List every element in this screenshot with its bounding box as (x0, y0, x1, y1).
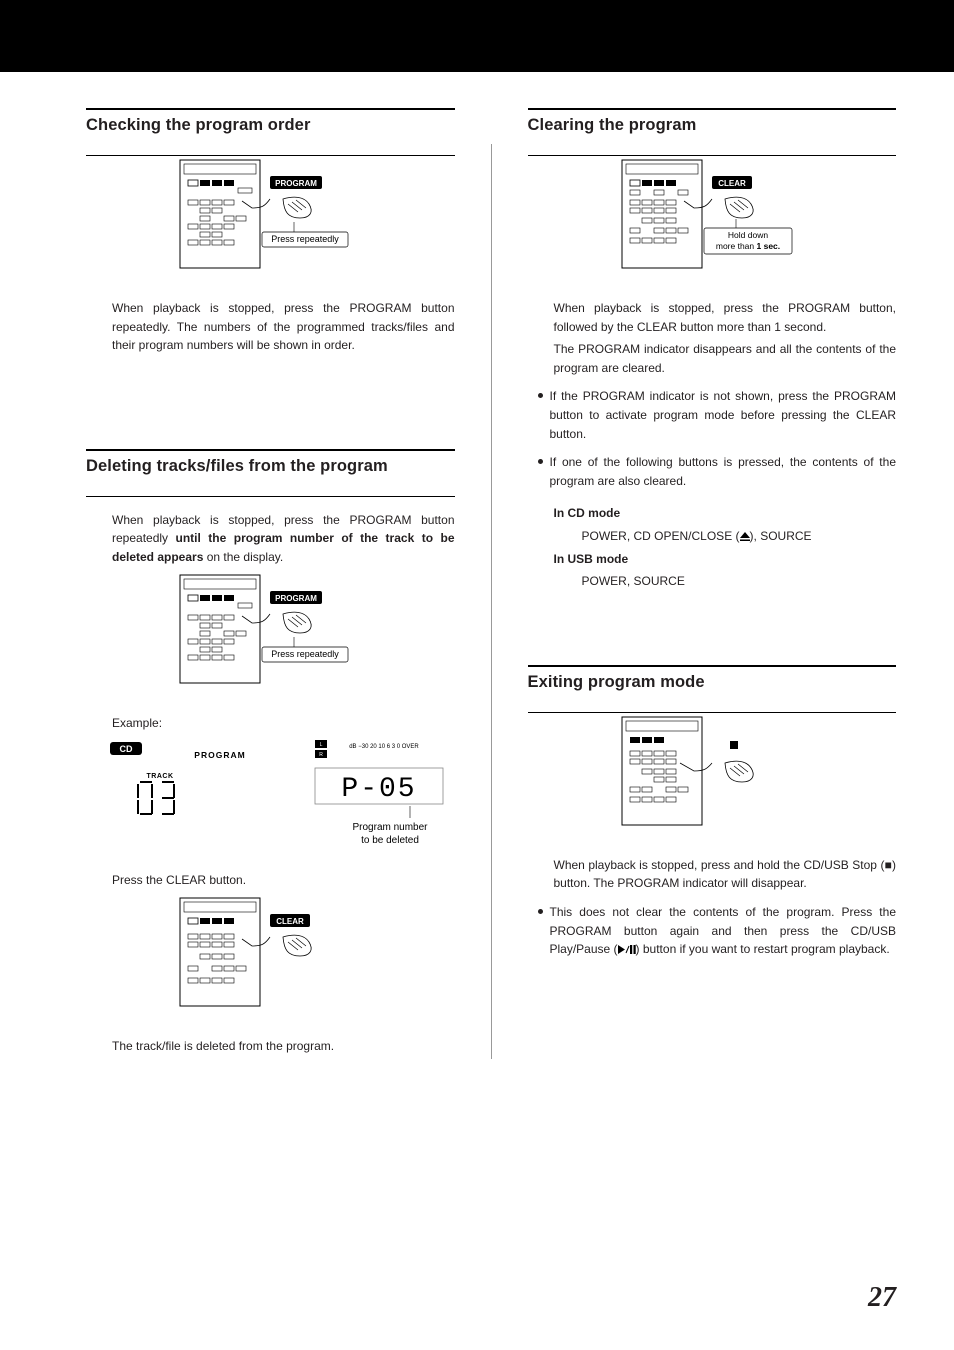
svg-text:CD: CD (120, 744, 133, 754)
svg-text:PROGRAM: PROGRAM (275, 594, 317, 603)
svg-text:P-05: P-05 (342, 774, 417, 805)
label-example: Example: (86, 714, 455, 733)
heading-clearing-program: Clearing the program (528, 116, 897, 135)
svg-text:CLEAR: CLEAR (276, 917, 304, 926)
diagram-clear-hold: CLEAR Hold down more than 1 sec. (528, 156, 897, 281)
mode-usb: In USB mode (528, 550, 897, 569)
heading-deleting-tracks: Deleting tracks/files from the program (86, 457, 455, 476)
svg-text:CLEAR: CLEAR (718, 179, 746, 188)
bullet-exit-1: This does not clear the contents of the … (528, 903, 897, 959)
label-press-repeatedly: Press repeatedly (271, 234, 339, 244)
diagram-clear-press: CLEAR (86, 894, 455, 1019)
para-press-clear: Press the CLEAR button. (86, 871, 455, 890)
play-pause-icon (618, 945, 636, 954)
svg-text:PROGRAM: PROGRAM (195, 750, 246, 760)
diagram-stop-hold (528, 713, 897, 838)
left-column: Checking the program order (86, 108, 455, 1059)
page-number: 27 (868, 1282, 896, 1314)
bullet-clear-1: If the PROGRAM indicator is not shown, p… (528, 387, 897, 443)
svg-text:Press repeatedly: Press repeatedly (271, 649, 339, 659)
column-divider (491, 144, 492, 1059)
para-delete-until: When playback is stopped, press the PROG… (86, 511, 455, 567)
mode-cd-value: POWER, CD OPEN/CLOSE (), SOURCE (528, 527, 897, 546)
bullet-dot-icon (538, 909, 543, 914)
label-program-button: PROGRAM (275, 179, 317, 188)
svg-text:TRACK: TRACK (147, 773, 174, 780)
para-clear-1: When playback is stopped, press the PROG… (528, 299, 897, 377)
para-track-deleted: The track/file is deleted from the progr… (86, 1037, 455, 1056)
right-column: Clearing the program CLEAR (528, 108, 897, 1059)
heading-check-program-order: Checking the program order (86, 116, 455, 135)
svg-text:dB −30 20 10 6 3 0: dB −30 20 10 6 3 0 OVER (349, 744, 419, 750)
mode-cd: In CD mode (528, 504, 897, 523)
svg-text:L: L (320, 742, 323, 748)
heading-exiting-program: Exiting program mode (528, 673, 897, 692)
mode-usb-value: POWER, SOURCE (528, 572, 897, 591)
para-exit-1: When playback is stopped, press and hold… (528, 856, 897, 893)
diagram-program-repeat-2: PROGRAM Press repeatedly (86, 571, 455, 696)
svg-text:Program number: Program number (353, 822, 429, 833)
para-check-order: When playback is stopped, press the PROG… (86, 299, 455, 355)
stop-icon (730, 741, 738, 749)
svg-text:R: R (319, 752, 323, 758)
eject-icon (740, 532, 750, 541)
bullet-dot-icon (538, 393, 543, 398)
diagram-display-example: CD PROGRAM TRACK L R dB −30 20 10 6 3 0 … (86, 738, 455, 853)
svg-text:more than 1 sec.: more than 1 sec. (716, 241, 780, 251)
black-header-band (0, 0, 954, 72)
diagram-program-repeat-1: PROGRAM Press repeatedly (86, 156, 455, 281)
svg-text:Hold down: Hold down (728, 230, 768, 240)
bullet-clear-2: If one of the following buttons is press… (528, 453, 897, 490)
bullet-dot-icon (538, 459, 543, 464)
svg-text:to be deleted: to be deleted (361, 835, 419, 846)
